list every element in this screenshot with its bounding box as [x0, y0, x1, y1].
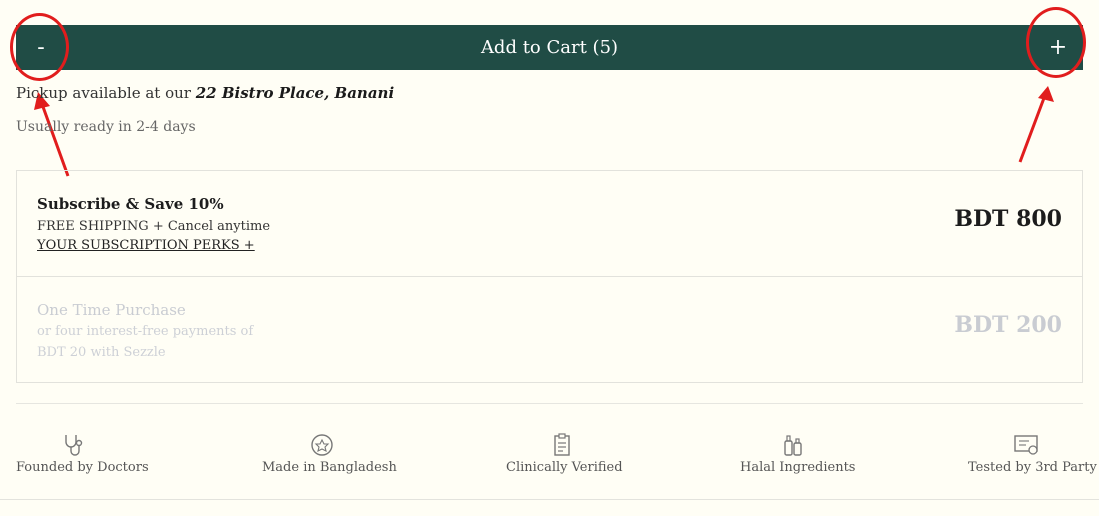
bottom-divider: [0, 499, 1099, 500]
add-to-cart-label[interactable]: Add to Cart (5): [481, 37, 618, 58]
stethoscope-icon: [65, 435, 83, 456]
badge-clinically-verified: Clinically Verified: [506, 432, 623, 475]
badge-label: Halal Ingredients: [740, 460, 856, 475]
option-title: Subscribe & Save 10%: [37, 195, 224, 213]
annotation-arrow-minus: [34, 92, 70, 177]
one-time-option[interactable]: One Time Purchase or four interest-free …: [17, 277, 1082, 383]
option-subtext: FREE SHIPPING + Cancel anytime: [37, 219, 271, 234]
pickup-prefix: Pickup available at our: [16, 84, 196, 102]
badge-label: Made in Bangladesh: [262, 460, 397, 475]
annotation-circle-plus: [1026, 7, 1086, 78]
pickup-info: Pickup available at our 22 Bistro Place,…: [16, 84, 394, 102]
subscribe-option[interactable]: Subscribe & Save 10% FREE SHIPPING + Can…: [17, 171, 1082, 277]
purchase-options: Subscribe & Save 10% FREE SHIPPING + Can…: [16, 170, 1083, 383]
badge-tested-by-3rd-party: Tested by 3rd Party: [968, 432, 1097, 475]
divider: [16, 403, 1083, 404]
option-price: BDT 800: [954, 206, 1062, 232]
badge-label: Tested by 3rd Party: [968, 460, 1097, 475]
pickup-location: 22 Bistro Place, Banani: [195, 84, 395, 102]
badge-label: Founded by Doctors: [16, 460, 149, 475]
bottles-icon: [784, 435, 802, 456]
option-title: One Time Purchase: [37, 301, 186, 319]
badge-founded-by-doctors: Founded by Doctors: [16, 432, 149, 475]
option-subtext: BDT 20 with Sezzle: [37, 345, 166, 360]
annotation-arrow-plus: [1018, 86, 1054, 163]
clipboard-icon: [554, 433, 570, 456]
badge-label: Clinically Verified: [506, 460, 623, 475]
ready-time-text: Usually ready in 2-4 days: [16, 119, 196, 135]
option-subtext: or four interest-free payments of: [37, 324, 254, 339]
badge-halal-ingredients: Halal Ingredients: [740, 432, 856, 475]
option-price: BDT 200: [954, 312, 1062, 338]
annotation-circle-minus: [10, 13, 69, 81]
add-to-cart-bar[interactable]: - Add to Cart (5) +: [16, 25, 1083, 70]
badge-seal-icon: [311, 434, 333, 456]
certificate-icon: [1014, 435, 1038, 455]
badge-made-in-bangladesh: Made in Bangladesh: [262, 432, 397, 475]
subscription-perks-link[interactable]: YOUR SUBSCRIPTION PERKS +: [37, 238, 255, 253]
